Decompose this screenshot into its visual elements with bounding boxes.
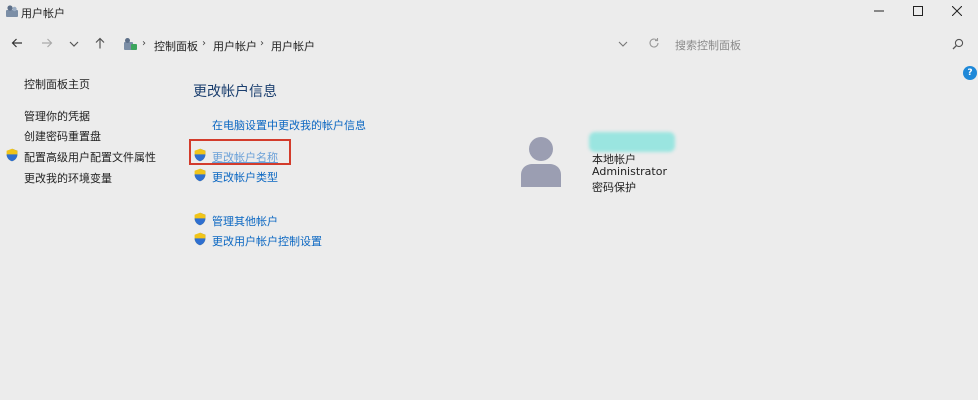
password-status-label: 密码保护	[592, 181, 636, 194]
breadcrumb-separator-icon: ›	[142, 38, 146, 49]
sidebar-item-control-panel-home[interactable]: 控制面板主页	[24, 76, 90, 92]
navigation-bar: › 控制面板 › 用户帐户 › 用户帐户	[0, 30, 978, 58]
refresh-icon	[648, 37, 660, 52]
title-bar: 用户帐户	[0, 0, 978, 24]
sidebar-item-environment-variables[interactable]: 更改我的环境变量	[24, 170, 112, 186]
user-accounts-icon	[5, 4, 19, 18]
search-icon	[952, 38, 964, 50]
breadcrumb-control-panel[interactable]: 控制面板	[154, 38, 198, 54]
back-button[interactable]	[7, 36, 27, 52]
search-input[interactable]	[675, 37, 935, 53]
address-dropdown-button[interactable]	[616, 38, 630, 50]
user-avatar-icon	[519, 135, 563, 187]
recent-locations-button[interactable]	[64, 36, 84, 52]
close-icon	[951, 5, 963, 19]
manage-other-accounts-link[interactable]: 管理其他帐户	[212, 213, 278, 229]
refresh-button[interactable]	[647, 36, 661, 52]
up-button[interactable]	[90, 36, 110, 52]
forward-button[interactable]	[37, 36, 57, 52]
uac-shield-icon	[5, 148, 19, 162]
maximize-button[interactable]	[897, 0, 939, 24]
control-panel-icon	[123, 37, 138, 51]
breadcrumb-user-accounts-current[interactable]: 用户帐户	[271, 38, 315, 54]
uac-shield-icon	[193, 232, 207, 246]
maximize-icon	[913, 5, 923, 19]
minimize-icon	[874, 6, 884, 19]
window-title: 用户帐户	[21, 7, 65, 20]
close-button[interactable]	[936, 0, 978, 24]
change-account-type-link[interactable]: 更改帐户类型	[212, 169, 278, 185]
page-title: 更改帐户信息	[193, 84, 277, 100]
chevron-down-icon	[618, 38, 628, 51]
sidebar-item-password-reset-disk[interactable]: 创建密码重置盘	[24, 128, 101, 144]
uac-shield-icon	[193, 212, 207, 226]
account-role-label: Administrator	[592, 165, 667, 178]
chevron-down-icon	[69, 38, 79, 51]
pc-settings-link[interactable]: 在电脑设置中更改我的帐户信息	[212, 117, 366, 133]
uac-settings-link[interactable]: 更改用户帐户控制设置	[212, 233, 322, 249]
help-icon[interactable]: ?	[963, 66, 977, 80]
sidebar-item-manage-credentials[interactable]: 管理你的凭据	[24, 108, 90, 124]
breadcrumb-user-accounts[interactable]: 用户帐户	[213, 38, 257, 54]
sidebar-item-advanced-profile-properties[interactable]: 配置高级用户配置文件属性	[24, 149, 156, 165]
minimize-button[interactable]	[858, 0, 900, 24]
breadcrumb-separator-icon: ›	[202, 38, 206, 49]
arrow-right-icon	[41, 37, 53, 52]
breadcrumb-separator-icon: ›	[260, 38, 264, 49]
highlight-box	[189, 139, 291, 165]
uac-shield-icon	[193, 168, 207, 182]
redacted-user-name	[589, 132, 675, 152]
arrow-up-icon	[94, 37, 106, 52]
arrow-left-icon	[11, 37, 23, 52]
